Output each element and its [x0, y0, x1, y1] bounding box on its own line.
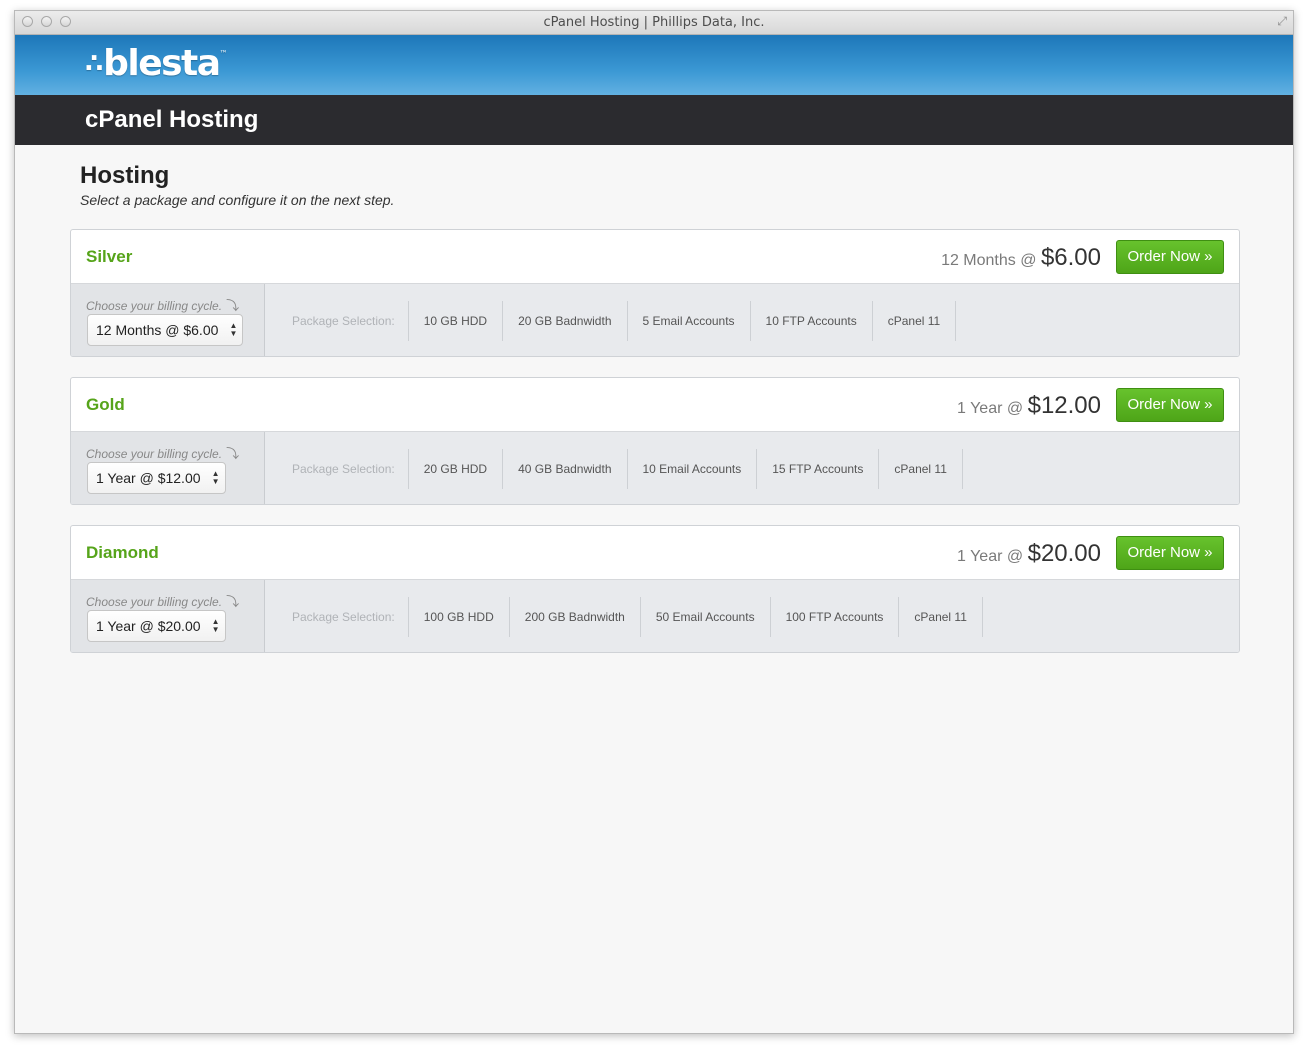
billing-cycle-label: Choose your billing cycle. ⤵ [86, 443, 239, 462]
page-header-bar: cPanel Hosting [15, 95, 1293, 145]
select-stepper-icon: ▲ ▼ [211, 469, 220, 486]
price-amount: $20.00 [1027, 540, 1101, 567]
logo-text: blesta [103, 43, 221, 84]
package-feature: 200 GB Badnwidth [510, 596, 641, 637]
package-price: 1 Year @ $20.00 [957, 540, 1101, 568]
curved-arrow-down-icon: ⤵ [226, 594, 240, 609]
billing-cycle-panel: Choose your billing cycle. ⤵ 12 Months @ $… [71, 284, 265, 356]
billing-cycle-value: 12 Months @ $6.00 [96, 322, 219, 338]
package-feature: 15 FTP Accounts [757, 448, 880, 489]
package-card: Gold 1 Year @ $12.00 Order Now » Choose you… [70, 377, 1240, 505]
brand-bar: ∴blesta™ [15, 35, 1293, 95]
package-feature: 10 FTP Accounts [751, 300, 873, 341]
order-now-button[interactable]: Order Now » [1116, 536, 1224, 570]
billing-cycle-select[interactable]: 1 Year @ $12.00 ▲ ▼ [87, 462, 226, 494]
page-header-title: cPanel Hosting [85, 106, 259, 133]
price-term: 1 Year [957, 400, 1003, 417]
package-header: Diamond 1 Year @ $20.00 Order Now » [71, 526, 1239, 580]
package-feature: 5 Email Accounts [628, 300, 751, 341]
package-feature: 20 GB Badnwidth [503, 300, 628, 341]
title-bar: cPanel Hosting | Phillips Data, Inc. ⤢ [15, 11, 1293, 35]
package-feature: 50 Email Accounts [641, 596, 771, 637]
package-name: Diamond [86, 543, 159, 562]
package-features: Package Selection: 10 GB HDD 20 GB Badnwid… [265, 284, 957, 356]
price-at: @ [1006, 400, 1024, 417]
package-feature: cPanel 11 [873, 300, 957, 341]
package-feature: 100 GB HDD [409, 596, 510, 637]
package-card: Diamond 1 Year @ $20.00 Order Now » Choose … [70, 525, 1240, 653]
price-at: @ [1006, 548, 1024, 565]
package-feature: 40 GB Badnwidth [503, 448, 628, 489]
package-header: Silver 12 Months @ $6.00 Order Now » [71, 230, 1239, 284]
package-features: Package Selection: 100 GB HDD 200 GB Badnw… [265, 580, 983, 652]
package-header: Gold 1 Year @ $12.00 Order Now » [71, 378, 1239, 432]
package-name: Silver [86, 247, 133, 266]
select-stepper-icon: ▲ ▼ [211, 617, 220, 634]
package-details: Choose your billing cycle. ⤵ 1 Year @ $20.… [71, 580, 1239, 652]
package-feature: 10 Email Accounts [628, 448, 758, 489]
select-stepper-icon: ▲ ▼ [229, 321, 238, 338]
order-now-button[interactable]: Order Now » [1116, 388, 1224, 422]
package-card: Silver 12 Months @ $6.00 Order Now » Choose… [70, 229, 1240, 357]
package-feature: 10 GB HDD [409, 300, 504, 341]
browser-window: cPanel Hosting | Phillips Data, Inc. ⤢ ∴… [14, 10, 1294, 1034]
package-feature: cPanel 11 [879, 448, 963, 489]
package-details: Choose your billing cycle. ⤵ 1 Year @ $12.… [71, 432, 1239, 504]
billing-cycle-panel: Choose your billing cycle. ⤵ 1 Year @ $12.… [71, 432, 265, 504]
logo-mark-icon: ∴ [85, 49, 103, 79]
billing-cycle-select[interactable]: 12 Months @ $6.00 ▲ ▼ [87, 314, 244, 346]
billing-cycle-label: Choose your billing cycle. ⤵ [86, 591, 239, 610]
billing-cycle-label-text: Choose your billing cycle. [86, 299, 223, 313]
page-subtitle: Select a package and configure it on the… [80, 192, 395, 208]
price-at: @ [1020, 252, 1037, 269]
package-selection-label: Package Selection: [265, 300, 409, 341]
package-feature: 100 FTP Accounts [771, 596, 900, 637]
billing-cycle-panel: Choose your billing cycle. ⤵ 1 Year @ $20.… [71, 580, 265, 652]
page-title: Hosting [80, 162, 170, 189]
package-price: 1 Year @ $12.00 [957, 392, 1101, 420]
curved-arrow-down-icon: ⤵ [226, 446, 240, 461]
package-feature: 20 GB HDD [409, 448, 504, 489]
package-feature: cPanel 11 [899, 596, 983, 637]
package-selection-label: Package Selection: [265, 596, 409, 637]
blesta-logo[interactable]: ∴blesta™ [85, 43, 228, 84]
window-title: cPanel Hosting | Phillips Data, Inc. [543, 15, 765, 30]
order-now-button[interactable]: Order Now » [1116, 240, 1224, 274]
package-details: Choose your billing cycle. ⤵ 12 Months @ $… [71, 284, 1239, 356]
price-term: 1 Year [957, 548, 1003, 565]
fullscreen-icon[interactable]: ⤢ [1277, 14, 1287, 29]
billing-cycle-select[interactable]: 1 Year @ $20.00 ▲ ▼ [87, 610, 226, 642]
package-selection-label: Package Selection: [265, 448, 409, 489]
curved-arrow-down-icon: ⤵ [226, 298, 240, 313]
price-amount: $6.00 [1040, 244, 1101, 271]
trademark-mark: ™ [219, 49, 228, 58]
package-price: 12 Months @ $6.00 [941, 244, 1101, 272]
package-features: Package Selection: 20 GB HDD 40 GB Badnwid… [265, 432, 963, 504]
price-amount: $12.00 [1027, 392, 1101, 419]
billing-cycle-label-text: Choose your billing cycle. [86, 447, 223, 461]
billing-cycle-label-text: Choose your billing cycle. [86, 595, 223, 609]
billing-cycle-label: Choose your billing cycle. ⤵ [86, 295, 239, 314]
price-term: 12 Months [941, 252, 1016, 269]
billing-cycle-value: 1 Year @ $12.00 [96, 470, 201, 486]
billing-cycle-value: 1 Year @ $20.00 [96, 618, 201, 634]
package-name: Gold [86, 395, 125, 414]
